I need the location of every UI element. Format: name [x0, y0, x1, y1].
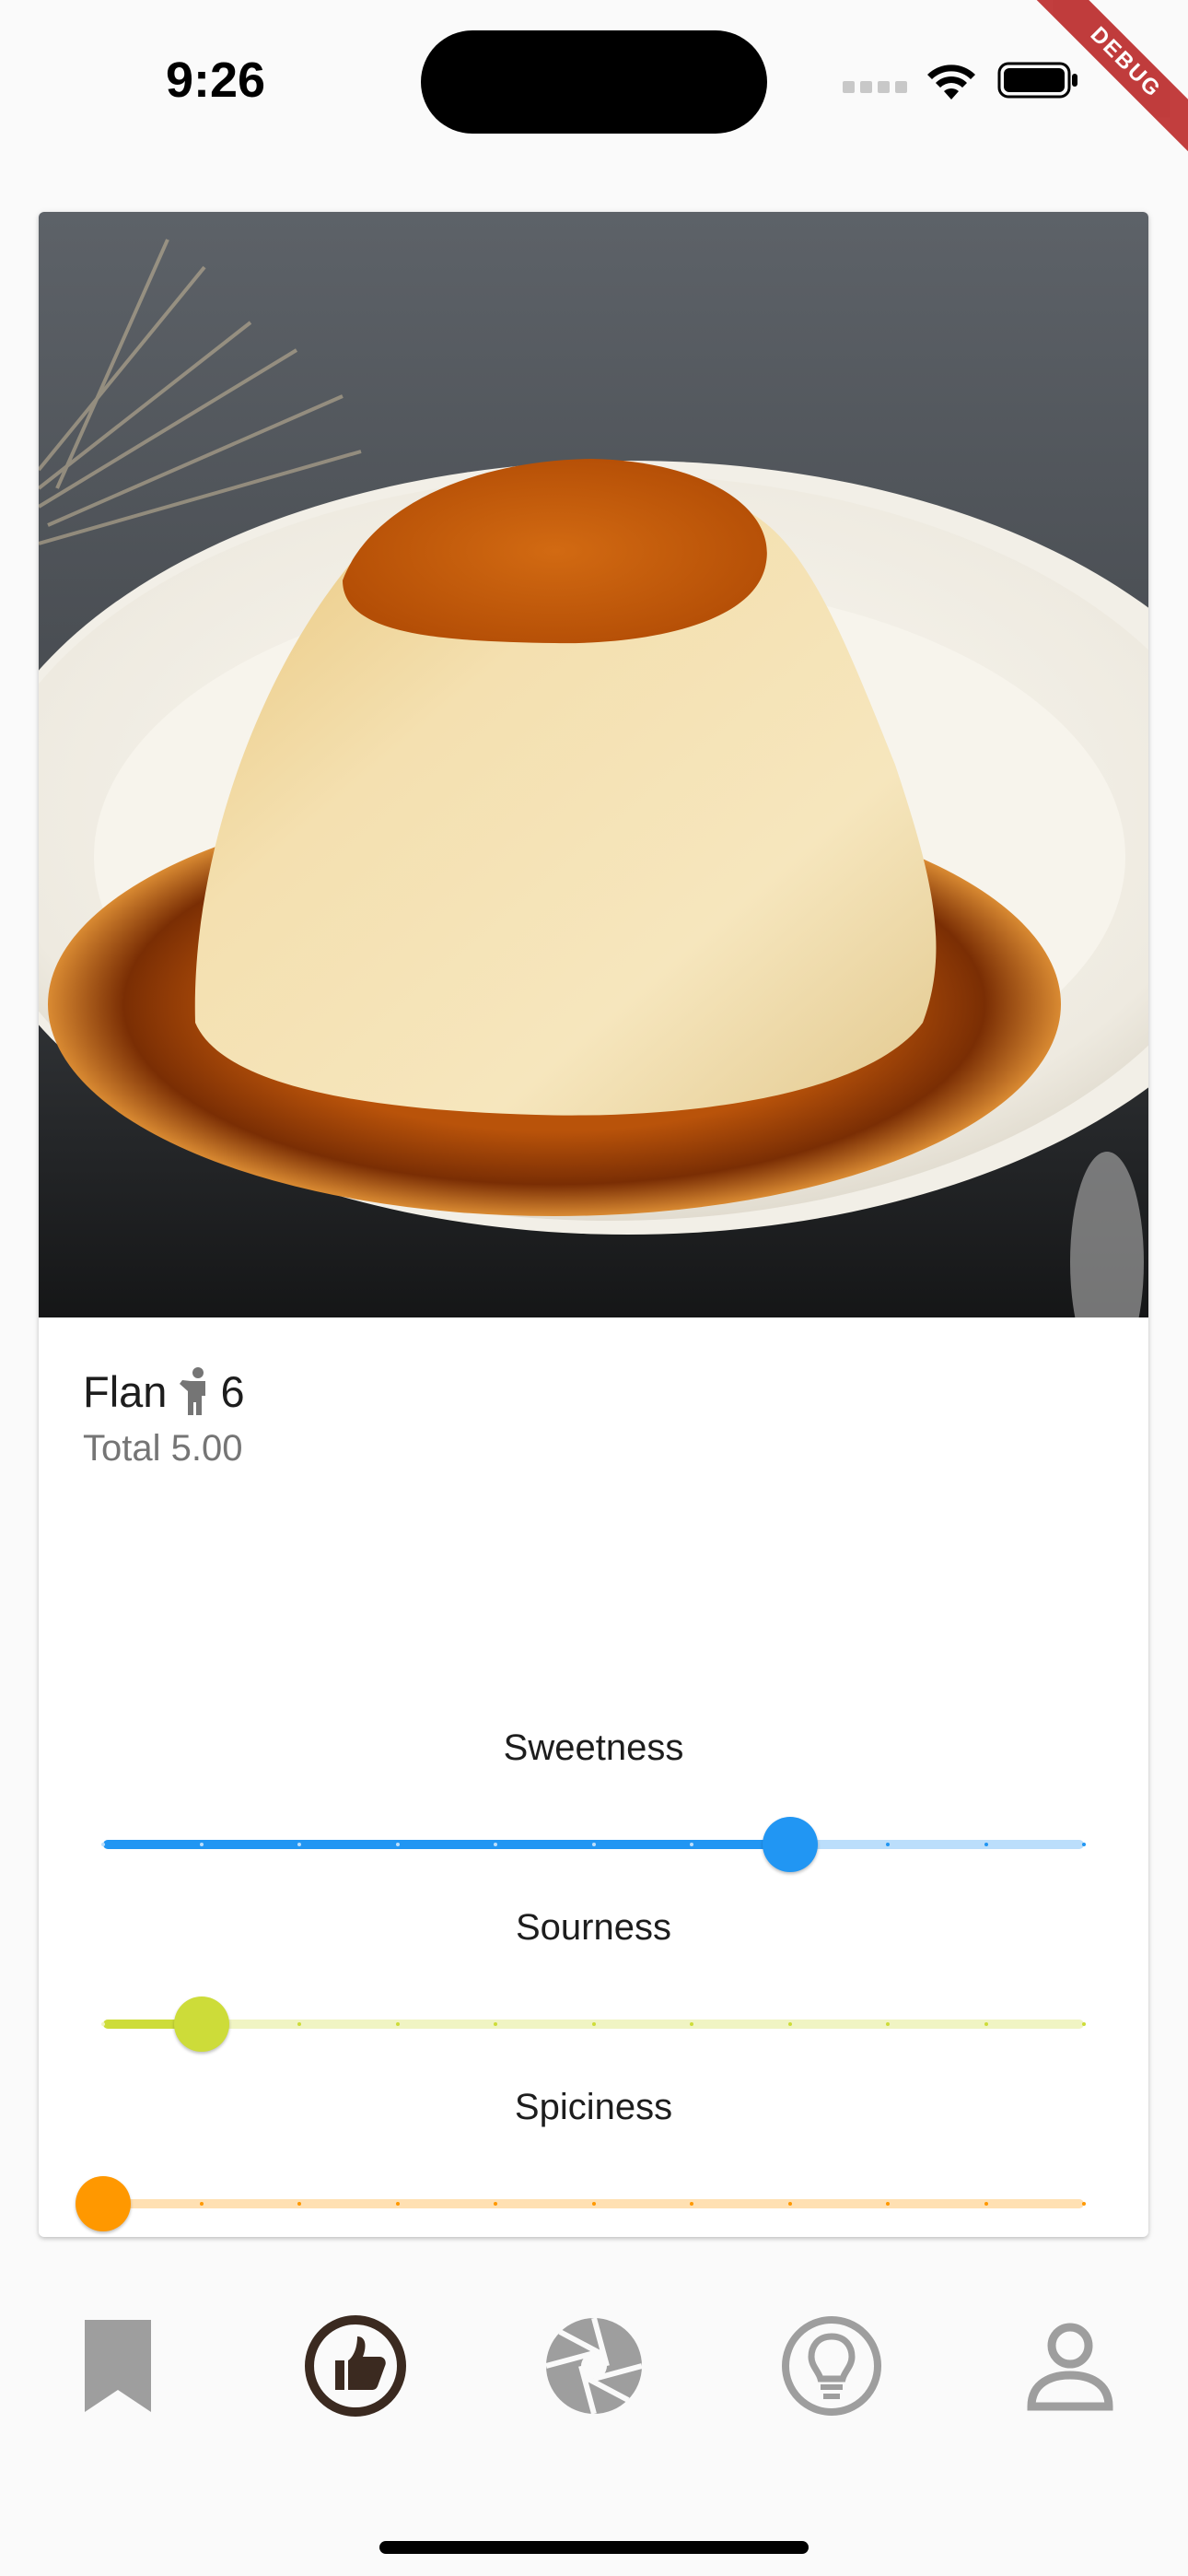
- slider-label-sweetness: Sweetness: [503, 1727, 684, 1768]
- slider-tick: [591, 1843, 596, 1846]
- slider-tick: [101, 2022, 105, 2026]
- slider-thumb[interactable]: [762, 1817, 818, 1872]
- bookmark-icon[interactable]: [63, 2311, 173, 2421]
- slider-sweetness[interactable]: [101, 1810, 1086, 1875]
- slider-tick: [984, 2022, 988, 2026]
- slider-thumb[interactable]: [173, 1996, 229, 2052]
- slider-tick: [591, 2202, 596, 2206]
- slider-tick: [886, 2022, 890, 2026]
- slider-spiciness[interactable]: [76, 2170, 1086, 2234]
- slider-tick: [494, 1843, 497, 1846]
- debug-label: DEBUG: [1031, 0, 1188, 157]
- slider-label-sourness: Sourness: [516, 1907, 671, 1948]
- dynamic-island: [421, 30, 767, 134]
- slider-tick: [297, 1843, 301, 1846]
- dish-name: Flan: [83, 1366, 168, 1416]
- slider-tick: [101, 1843, 105, 1846]
- lightbulb-icon[interactable]: [776, 2311, 887, 2421]
- slider-tick: [690, 1843, 693, 1846]
- slider-tick: [494, 2022, 497, 2026]
- slider-tick: [297, 2202, 301, 2206]
- slider-tick: [1082, 2022, 1086, 2026]
- dish-card[interactable]: Flan 6 Total 5.00 Sweetness Sourness Spici…: [39, 212, 1148, 2237]
- slider-sourness[interactable]: [101, 1990, 1086, 2055]
- slider-tick: [984, 1843, 988, 1846]
- slider-tick: [297, 2022, 301, 2026]
- dish-count: 6: [220, 1366, 245, 1416]
- dish-total: Total 5.00: [83, 1428, 243, 1469]
- flan-photo: [39, 212, 1148, 1317]
- slider-tick: [886, 2202, 890, 2206]
- slider-tick: [395, 2022, 400, 2026]
- camera-aperture-icon[interactable]: [539, 2311, 649, 2421]
- slider-tick: [395, 2202, 400, 2206]
- slider-thumb[interactable]: [76, 2176, 131, 2231]
- slider-tick: [199, 2202, 204, 2206]
- slider-tick: [690, 2022, 693, 2026]
- slider-tick: [886, 1843, 890, 1846]
- person-icon[interactable]: [1015, 2311, 1125, 2421]
- status-time: 9:26: [166, 53, 266, 108]
- slider-tick: [494, 2202, 497, 2206]
- slider-tick: [984, 2202, 988, 2206]
- home-indicator[interactable]: [379, 2541, 809, 2554]
- wifi-icon: [927, 64, 975, 100]
- slider-tick: [199, 1843, 204, 1846]
- slider-tick: [395, 1843, 400, 1846]
- debug-banner: DEBUG: [1031, 0, 1188, 157]
- person-icon: [180, 1367, 206, 1415]
- slider-active-track: [103, 1840, 790, 1849]
- slider-tick: [1082, 2202, 1086, 2206]
- slider-tick: [787, 2022, 792, 2026]
- cellular-signal-icon: [843, 81, 907, 94]
- slider-tick: [787, 2202, 792, 2206]
- thumb-up-icon[interactable]: [300, 2311, 411, 2421]
- slider-tick: [690, 2202, 693, 2206]
- slider-label-spiciness: Spiciness: [514, 2087, 673, 2127]
- bottom-navigation-bar: [0, 2283, 1188, 2449]
- slider-tick: [1082, 1843, 1086, 1846]
- dish-title-row: Flan 6: [83, 1364, 245, 1419]
- slider-tick: [591, 2022, 596, 2026]
